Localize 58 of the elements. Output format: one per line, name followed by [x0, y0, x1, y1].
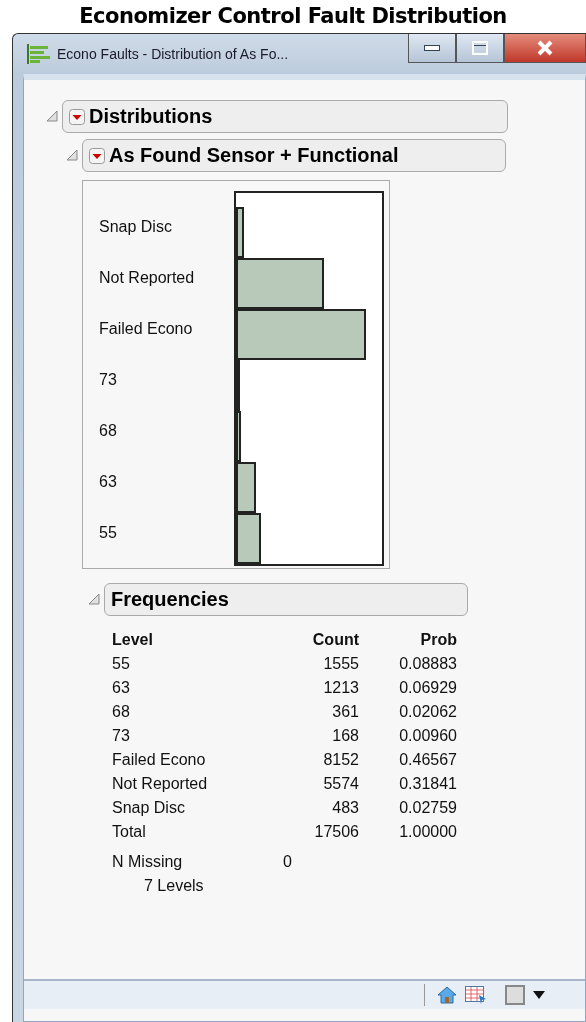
table-cell-text: 68: [112, 702, 131, 722]
table-cell-text: 0.00960: [398, 726, 457, 746]
table-cell-text: 0.02062: [398, 702, 457, 722]
table-cell-text: 17506: [313, 822, 359, 842]
table-cell-text: 55: [112, 654, 131, 674]
page-title: Economizer Control Fault Distribution: [78, 3, 508, 30]
table-icon[interactable]: [465, 986, 487, 1004]
table-cell-text: Failed Econo: [112, 750, 207, 770]
outline-header[interactable]: As Found Sensor + Functional: [82, 139, 506, 172]
table-cell-text: 8152: [322, 750, 359, 770]
table-cell-text: Not Reported: [112, 774, 209, 794]
close-button[interactable]: [504, 34, 586, 63]
menu-caret-icon[interactable]: [89, 147, 105, 164]
home-icon[interactable]: [437, 986, 457, 1004]
dropdown-arrow-icon[interactable]: [533, 990, 545, 1000]
outline-header[interactable]: Distributions: [62, 100, 508, 133]
report-list-icon: [27, 44, 51, 64]
table-cell-text: 0.31841: [398, 774, 457, 794]
bar-label: 63: [98, 471, 118, 492]
disclosure-triangle-icon[interactable]: [46, 109, 58, 122]
menu-caret-icon[interactable]: [69, 108, 85, 125]
minimize-icon: [424, 45, 440, 51]
minimize-button[interactable]: [408, 34, 456, 63]
table-cell-text: 1.00000: [398, 822, 457, 842]
table-cell-text: Snap Disc: [112, 798, 186, 818]
bar-label: 55: [98, 522, 118, 543]
table-cell-text: 0.06929: [398, 678, 457, 698]
outline-header[interactable]: Frequencies: [104, 583, 468, 616]
table-cell-text: 63: [112, 678, 131, 698]
column-header: Prob: [419, 630, 457, 650]
column-header: Count: [311, 630, 359, 650]
levels-count: 7 Levels: [144, 877, 204, 894]
table-cell-text: 361: [331, 702, 359, 722]
table-cell-text: Total: [112, 822, 147, 842]
disclosure-triangle-icon[interactable]: [88, 592, 100, 605]
bar-label: Snap Disc: [98, 216, 173, 237]
close-icon: [536, 40, 554, 56]
table-cell-text: 5574: [322, 774, 359, 794]
table-cell-text: 73: [112, 726, 131, 746]
missing-label: N Missing: [112, 852, 184, 872]
bar-label: Failed Econo: [98, 318, 194, 339]
maximize-icon: [472, 41, 488, 55]
bar-label: 68: [98, 420, 118, 441]
table-cell-text: 483: [331, 798, 359, 818]
disclosure-triangle-icon[interactable]: [66, 148, 78, 161]
table-cell-text: 1213: [322, 678, 359, 698]
bar-label: 73: [98, 369, 118, 390]
checkbox-icon[interactable]: [505, 985, 525, 1005]
table-cell-text: 1555: [322, 654, 359, 674]
table-cell-text: 0.08883: [398, 654, 457, 674]
missing-value: 0: [282, 852, 292, 872]
bar-label: Not Reported: [98, 267, 196, 288]
table-cell-text: 0.46567: [398, 750, 457, 770]
column-header: Level: [112, 630, 154, 650]
window-title: Econo Faults - Distribution of As Fo...: [57, 46, 289, 62]
table-cell-text: 0.02759: [398, 798, 457, 818]
table-cell-text: 168: [331, 726, 359, 746]
maximize-button[interactable]: [456, 34, 504, 63]
